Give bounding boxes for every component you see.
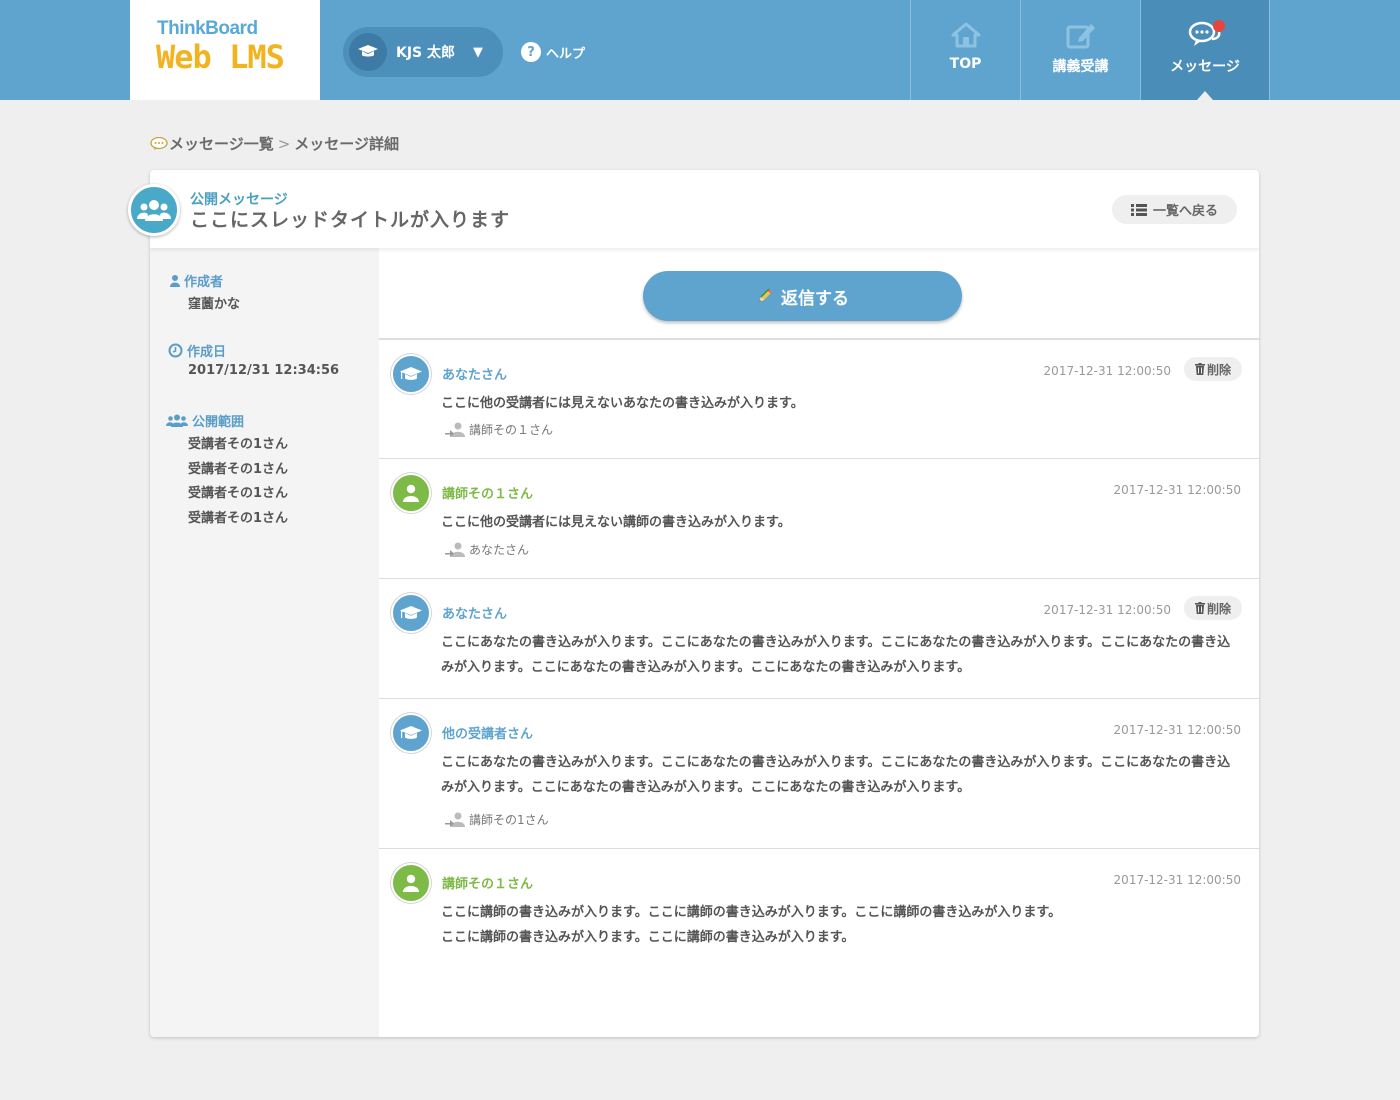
post-author: あなたさん [442,607,508,622]
post-body: ここにあなたの書き込みが入ります。ここにあなたの書き込みが入ります。ここにあなた… [441,755,1231,795]
nav-lecture-label: 講義受講 [1052,59,1109,75]
created-label: 作成日 [168,341,226,360]
message-post: 他の受講者さん 2017-12-31 12:00:50 ここにあなたの書き込みが… [379,699,1259,849]
pencil-icon [759,288,772,302]
nav-lecture[interactable]: 講義受講 [1020,0,1140,100]
message-post: あなたさん 2017-12-31 12:00:50 削除 ここに他の受講者には見… [379,340,1259,459]
person-icon [391,473,431,513]
nav-top[interactable]: TOP [910,0,1020,100]
reply-label: 返信する [781,288,849,309]
post-body-line: ここに講師の書き込みが入ります。ここに講師の書き込みが入ります。 [441,930,855,945]
thread-card: 公開メッセージ ここにスレッドタイトルが入ります 一覧へ戻る 作成者 窪薗かな … [150,170,1259,1037]
recipient-icon [445,812,465,827]
message-post: 講師その１さん 2017-12-31 12:00:50 ここに他の受講者には見え… [379,459,1259,579]
question-circle-icon: ? [521,42,541,62]
person-icon [391,863,431,903]
post-recipient: 講師その１さん [445,421,553,438]
breadcrumb-separator: > [277,134,291,153]
delete-label: 削除 [1206,601,1231,616]
nav-message[interactable]: メッセージ [1140,0,1270,100]
post-body-line: ここに講師の書き込みが入ります。ここに講師の書き込みが入ります。ここに講師の書き… [441,905,1062,920]
scope-item: 受講者その1さん [188,462,289,477]
author-label-text: 作成者 [184,275,224,290]
scope-item: 受講者その1さん [188,437,289,452]
list-icon [1130,203,1147,216]
graduation-cap-icon [391,593,431,633]
recipient-icon [445,542,465,557]
help-link[interactable]: ? ヘルプ [521,42,585,62]
delete-label: 削除 [1206,362,1231,377]
recipient-name: あなたさん [469,543,530,557]
logo-top-text: ThinkBoard [157,18,258,39]
delete-button[interactable]: 削除 [1184,357,1242,381]
post-author: あなたさん [442,368,508,383]
post-date: 2017-12-31 12:00:50 [1113,723,1241,737]
public-message-group-icon [128,184,180,236]
author-label: 作成者 [170,271,223,290]
recipient-name: 講師その１さん [469,423,554,437]
graduation-cap-icon [391,713,431,753]
reply-button[interactable]: 返信する [643,271,962,321]
recipient-icon [445,422,465,437]
trash-icon [1194,602,1205,614]
top-header: ThinkBoard Web LMS KJS 太郎 ▼ ? ヘルプ TOP 講義… [0,0,1400,100]
back-to-list-label: 一覧へ戻る [1152,204,1218,219]
home-icon [951,20,981,50]
trash-icon [1194,363,1205,375]
post-recipient: あなたさん [445,541,529,558]
thread-info-sidebar: 作成者 窪薗かな 作成日 2017/12/31 12:34:56 公開範囲 受講… [150,248,379,1037]
posts-area: 返信する あなたさん 2017-12-31 12:00:50 削除 ここに他の受… [379,248,1259,1037]
post-author: 講師その１さん [442,877,534,892]
message-post: あなたさん 2017-12-31 12:00:50 削除 ここにあなたの書き込み… [379,579,1259,699]
nav-top-label: TOP [949,56,982,72]
post-date: 2017-12-31 12:00:50 [1043,603,1171,617]
post-recipient: 講師その1さん [445,811,549,828]
post-body: ここに他の受講者には見えないあなたの書き込みが入ります。 [441,396,804,411]
post-body: ここにあなたの書き込みが入ります。ここにあなたの書き込みが入ります。ここにあなた… [441,635,1231,675]
created-value: 2017/12/31 12:34:56 [188,363,340,378]
users-icon [166,414,188,427]
thread-header: 公開メッセージ ここにスレッドタイトルが入ります 一覧へ戻る [150,170,1259,248]
post-body: ここに他の受講者には見えない講師の書き込みが入ります。 [441,515,791,530]
breadcrumb: メッセージ一覧 > メッセージ詳細 [150,133,399,154]
chevron-down-icon: ▼ [473,44,484,60]
scope-label-text: 公開範囲 [192,415,245,430]
scope-item: 受講者その1さん [188,511,289,526]
message-post: 講師その１さん 2017-12-31 12:00:50 ここに講師の書き込みが入… [379,849,1259,969]
message-list-icon [150,136,168,150]
back-to-list-button[interactable]: 一覧へ戻る [1112,195,1237,224]
logo-bottom-text: Web LMS [156,38,285,76]
scope-label: 公開範囲 [166,411,244,430]
thread-title: ここにスレッドタイトルが入ります [190,209,511,231]
created-label-text: 作成日 [187,345,227,360]
post-author: 他の受講者さん [442,727,534,742]
post-date: 2017-12-31 12:00:50 [1113,483,1241,497]
clock-icon [168,343,183,358]
recipient-name: 講師その1さん [469,813,549,827]
post-body: ここに講師の書き込みが入ります。ここに講師の書き込みが入ります。ここに講師の書き… [441,900,1241,950]
post-date: 2017-12-31 12:00:50 [1113,873,1241,887]
graduation-cap-icon [391,354,431,394]
post-date: 2017-12-31 12:00:50 [1043,364,1171,378]
person-icon [170,274,180,287]
help-label: ヘルプ [546,46,586,62]
user-menu-button[interactable]: KJS 太郎 ▼ [343,27,503,77]
scope-item: 受講者その1さん [188,486,289,501]
logo[interactable]: ThinkBoard Web LMS [130,0,320,100]
breadcrumb-message-detail: メッセージ詳細 [294,135,399,153]
nav-message-label: メッセージ [1170,59,1240,75]
post-author: 講師その１さん [442,487,534,502]
delete-button[interactable]: 削除 [1184,596,1242,620]
user-name: KJS 太郎 [396,45,456,61]
notification-dot [1213,20,1225,32]
edit-icon [1065,20,1097,50]
author-value: 窪薗かな [188,297,241,312]
breadcrumb-message-list[interactable]: メッセージ一覧 [169,133,274,154]
graduation-cap-icon [349,33,387,71]
